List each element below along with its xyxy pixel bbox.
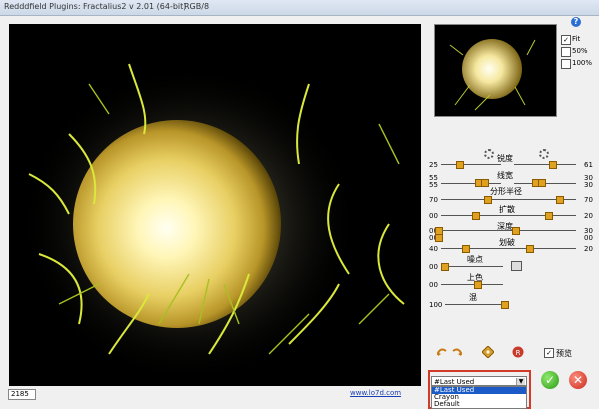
fit-label: Fit [572, 35, 581, 43]
spread-right-value: 20 [584, 212, 593, 220]
line-width-left-slider[interactable] [441, 183, 501, 184]
color-slider[interactable] [441, 284, 503, 285]
blend-label: 混 [469, 293, 477, 302]
blur-left-value: 40 [429, 245, 438, 253]
window-title: Redddfield Plugins: Fractalius2 v 2.01 (… [4, 2, 187, 11]
zoom-100-checkbox[interactable] [561, 59, 571, 69]
spread-left-value: 00 [429, 212, 438, 220]
spread-right-knob[interactable] [545, 212, 553, 220]
preset-selected: #Last Used [434, 378, 475, 386]
preset-dropdown[interactable]: #Last Used ▼ [431, 376, 527, 386]
blend-value: 100 [429, 301, 443, 309]
spread-slider[interactable] [441, 215, 576, 216]
main-preview[interactable] [9, 24, 421, 386]
blend-slider[interactable] [445, 304, 507, 305]
gear-icon[interactable] [539, 149, 549, 159]
blur-right-knob[interactable] [526, 245, 534, 253]
blur-right-value: 20 [584, 245, 593, 253]
row4-right-value: 70 [584, 196, 593, 204]
row4-left-knob[interactable] [484, 196, 492, 204]
randomize-icon[interactable] [482, 346, 494, 358]
spread-left-knob[interactable] [472, 212, 480, 220]
preset-option[interactable]: Default [432, 401, 526, 408]
fractal-radius-label: 分形半径 [490, 187, 522, 196]
sharpness-left-slider[interactable] [441, 164, 501, 165]
fractal-radius-right-knob[interactable] [538, 179, 546, 187]
row4-left-value: 70 [429, 196, 438, 204]
reset-icon[interactable]: R [512, 346, 524, 358]
noise-value: 00 [429, 263, 438, 271]
sharpness-right-value: 61 [584, 161, 593, 169]
undo-icon[interactable] [436, 346, 448, 358]
svg-text:R: R [516, 349, 521, 357]
sharpness-left-value: 25 [429, 161, 438, 169]
noise-knob[interactable] [441, 263, 449, 271]
redo-icon[interactable] [451, 346, 463, 358]
preview-checkbox[interactable]: ✓ [544, 348, 554, 358]
color-value: 00 [429, 281, 438, 289]
sharpness-right-knob[interactable] [549, 161, 557, 169]
color-knob[interactable] [474, 281, 482, 289]
ok-button[interactable]: ✓ [541, 371, 559, 389]
preview-label: 预览 [556, 349, 572, 358]
zoom-100-label: 100% [572, 59, 593, 67]
row7-left-knob[interactable] [435, 234, 443, 242]
preset-list[interactable]: #Last Used Crayon Default [431, 386, 527, 409]
cancel-button[interactable]: ✕ [569, 371, 587, 389]
row4-right-knob[interactable] [556, 196, 564, 204]
noise-slider[interactable] [441, 266, 503, 267]
zoom-50-checkbox[interactable] [561, 47, 571, 57]
depth-slider[interactable] [441, 230, 576, 231]
gear-icon[interactable] [484, 149, 494, 159]
chevron-down-icon[interactable]: ▼ [516, 378, 525, 385]
blend-knob[interactable] [501, 301, 509, 309]
sharpness-label: 锐度 [497, 154, 513, 163]
fractal-radius-right-value: 30 [584, 181, 593, 189]
status-counter: 2185 [8, 389, 36, 400]
depth-right-knob[interactable] [512, 227, 520, 235]
zoom-50-label: 50% [572, 47, 588, 55]
color-picker-icon[interactable] [511, 261, 522, 271]
line-width-label: 线宽 [497, 171, 513, 180]
sharpness-right-slider[interactable] [514, 164, 576, 165]
fractal-radius-left-knob[interactable] [481, 179, 489, 187]
navigator-thumbnail[interactable] [434, 24, 557, 117]
noise-label: 噪点 [467, 255, 483, 264]
row7-right-value: 00 [584, 234, 593, 242]
sharpness-left-knob[interactable] [456, 161, 464, 169]
spread-label: 扩散 [499, 205, 515, 214]
color-mode: RGB/8 [184, 2, 210, 11]
website-link[interactable]: www.lo7d.com [350, 389, 401, 397]
blur-left-knob[interactable] [462, 245, 470, 253]
help-icon[interactable]: ? [571, 17, 581, 27]
blur-label: 划破 [499, 238, 515, 247]
fractal-radius-left-value: 55 [429, 181, 438, 189]
title-bar: Redddfield Plugins: Fractalius2 v 2.01 (… [0, 0, 599, 16]
fit-checkbox[interactable]: ✓ [561, 35, 571, 45]
